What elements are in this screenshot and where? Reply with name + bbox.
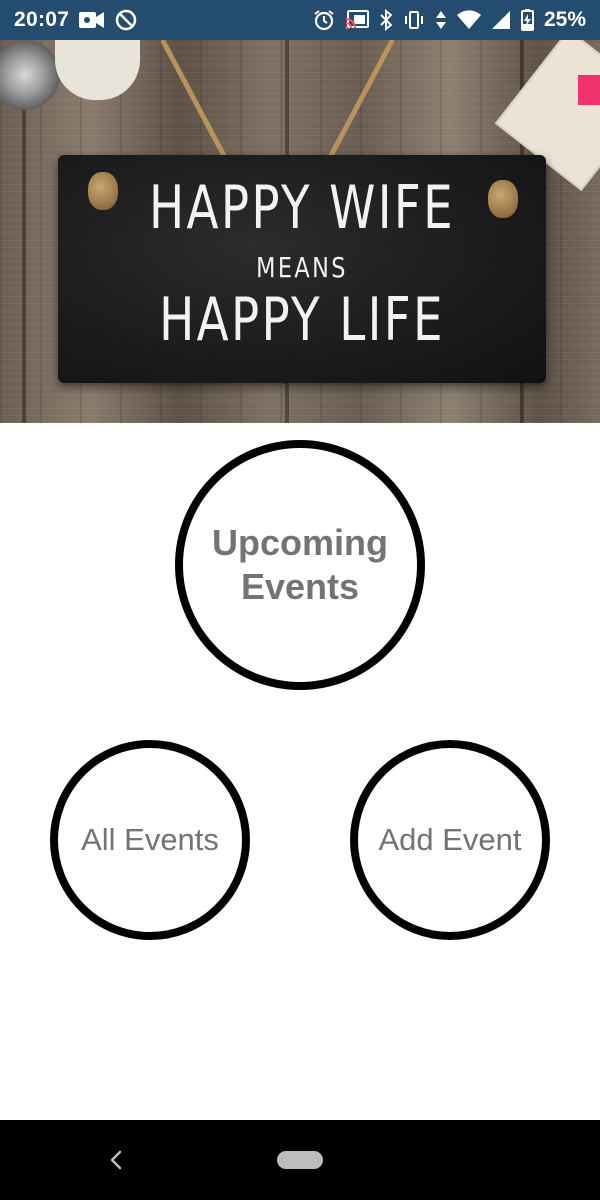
home-pill-icon[interactable]: [277, 1151, 323, 1169]
app-screen: 20:07 25% HAPPY WIFE MEANS HAPPY LIFE Up…: [0, 0, 600, 1200]
data-arrows-icon: [435, 10, 447, 30]
status-bar-right: 25%: [313, 8, 586, 32]
glitter-decoration: [0, 40, 60, 110]
add-event-label: Add Event: [378, 822, 522, 857]
cup-decoration: [55, 40, 140, 100]
upcoming-events-button[interactable]: Upcoming Events: [175, 440, 425, 690]
status-bar-left: 20:07: [14, 8, 137, 32]
rope: [319, 40, 395, 174]
sign-text-line-3: HAPPY LIFE: [159, 285, 445, 355]
back-icon[interactable]: [104, 1146, 128, 1174]
navigation-bar: [0, 1120, 600, 1200]
slate-sign: HAPPY WIFE MEANS HAPPY LIFE: [58, 155, 546, 383]
rope-knot-right: [488, 180, 518, 218]
do-not-disturb-icon: [115, 9, 137, 31]
all-events-label: All Events: [81, 822, 219, 857]
alarm-icon: [313, 9, 335, 31]
sign-text-line-1: HAPPY WIFE: [148, 173, 456, 243]
add-event-button[interactable]: Add Event: [350, 740, 550, 940]
battery-charging-icon: [520, 9, 534, 31]
ribbon-decoration: [578, 75, 600, 105]
hero-image: HAPPY WIFE MEANS HAPPY LIFE: [0, 40, 600, 423]
video-camera-icon: [79, 11, 105, 29]
sign-text-line-2: MEANS: [256, 251, 348, 284]
status-time: 20:07: [14, 8, 70, 31]
rope: [160, 40, 236, 174]
battery-percent: 25%: [543, 8, 586, 31]
cast-icon: [345, 10, 369, 30]
status-bar: 20:07 25%: [0, 0, 600, 40]
rope-knot-left: [88, 172, 118, 210]
bluetooth-icon: [379, 9, 393, 31]
all-events-button[interactable]: All Events: [50, 740, 250, 940]
vibrate-icon: [403, 10, 425, 30]
wifi-icon: [456, 10, 481, 30]
cell-signal-icon: [491, 10, 511, 30]
upcoming-events-label: Upcoming Events: [212, 522, 388, 607]
